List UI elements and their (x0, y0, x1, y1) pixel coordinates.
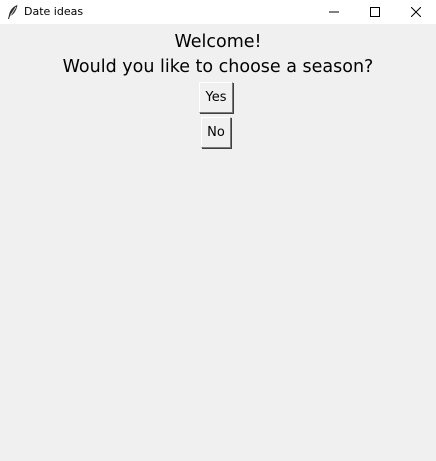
maximize-icon (370, 7, 380, 17)
welcome-label: Welcome! (174, 32, 262, 52)
main-content: Welcome! Would you like to choose a seas… (0, 24, 436, 461)
no-button[interactable]: No (201, 117, 231, 148)
app-window: Date ideas Welcome! Would you like to ch… (0, 0, 436, 461)
minimize-button[interactable] (314, 0, 354, 24)
feather-icon (6, 4, 20, 20)
close-icon (411, 7, 421, 17)
title-bar[interactable]: Date ideas (0, 0, 436, 24)
close-button[interactable] (396, 0, 436, 24)
minimize-icon (329, 7, 339, 17)
question-label: Would you like to choose a season? (62, 57, 374, 77)
yes-button[interactable]: Yes (199, 82, 233, 113)
maximize-button[interactable] (355, 0, 395, 24)
window-title: Date ideas (24, 5, 84, 18)
